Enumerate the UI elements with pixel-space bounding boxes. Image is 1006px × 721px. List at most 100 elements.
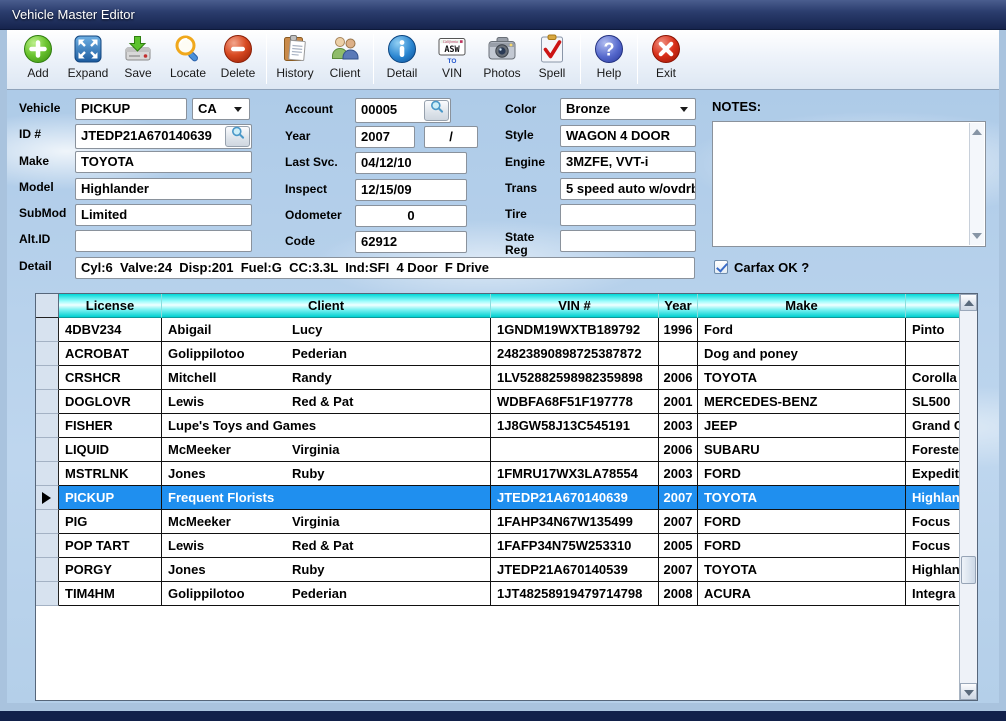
scroll-up-button[interactable] bbox=[960, 294, 977, 311]
toolbar-button-label: Photos bbox=[483, 66, 520, 80]
column-header-client[interactable]: Client bbox=[162, 294, 491, 318]
locate-button[interactable]: Locate bbox=[163, 33, 213, 87]
row-selector-cell[interactable] bbox=[36, 558, 59, 582]
column-header-make[interactable]: Make bbox=[698, 294, 906, 318]
cell-client: McMeekerVirginia bbox=[162, 438, 491, 462]
photos-button[interactable]: Photos bbox=[477, 33, 527, 87]
statereg-input[interactable] bbox=[560, 230, 696, 252]
tire-input[interactable] bbox=[560, 204, 696, 226]
table-row[interactable]: TIM4HMGolippilotooPederian1JT48258919479… bbox=[36, 582, 977, 606]
detail-button[interactable]: Detail bbox=[377, 33, 427, 87]
row-selector-cell[interactable] bbox=[36, 390, 59, 414]
row-selector-cell[interactable] bbox=[36, 486, 59, 510]
table-row[interactable]: PORGYJonesRubyJTEDP21A6701405392007TOYOT… bbox=[36, 558, 977, 582]
scroll-down-button[interactable] bbox=[960, 683, 977, 700]
account-input[interactable]: 00005 bbox=[355, 98, 451, 123]
column-header-license[interactable]: License bbox=[59, 294, 162, 318]
detail-input[interactable]: Cyl:6 Valve:24 Disp:201 Fuel:G CC:3.3L I… bbox=[75, 257, 695, 279]
cell-client-firstname: Randy bbox=[292, 366, 332, 389]
scrollbar-thumb[interactable] bbox=[961, 556, 976, 584]
toolbar: AddExpandSaveLocateDeleteHistoryClient De… bbox=[7, 30, 999, 90]
cell-client-firstname: Pederian bbox=[292, 342, 347, 365]
account-search-button[interactable] bbox=[424, 100, 449, 121]
table-row[interactable]: PICKUPFrequent FloristsJTEDP21A670140639… bbox=[36, 486, 977, 510]
model-input[interactable]: Highlander bbox=[75, 178, 252, 200]
cell-year: 2003 bbox=[659, 462, 698, 486]
engine-input[interactable]: 3MZFE, VVT-i bbox=[560, 151, 696, 173]
id-value: JTEDP21A670140639 bbox=[81, 128, 212, 143]
row-selector-cell[interactable] bbox=[36, 438, 59, 462]
color-select[interactable]: Bronze bbox=[560, 98, 696, 120]
style-input[interactable]: WAGON 4 DOOR bbox=[560, 125, 696, 147]
row-selector-cell[interactable] bbox=[36, 462, 59, 486]
table-row[interactable]: POP TARTLewisRed & Pat1FAFP34N75W2533102… bbox=[36, 534, 977, 558]
notes-textarea[interactable] bbox=[712, 121, 986, 247]
row-selector-cell[interactable] bbox=[36, 318, 59, 342]
id-search-button[interactable] bbox=[225, 126, 250, 147]
submod-input[interactable]: Limited bbox=[75, 204, 252, 226]
code-input[interactable]: 62912 bbox=[355, 231, 467, 253]
cell-year bbox=[659, 342, 698, 366]
toolbar-button-label: Detail bbox=[387, 66, 418, 80]
table-row[interactable]: ACROBATGolippilotooPederian2482389089872… bbox=[36, 342, 977, 366]
table-row[interactable]: PIGMcMeekerVirginia1FAHP34N67W1354992007… bbox=[36, 510, 977, 534]
cell-model: Focus bbox=[906, 510, 961, 534]
cell-make: TOYOTA bbox=[698, 558, 906, 582]
table-row[interactable]: CRSHCRMitchellRandy1LV528825989823598982… bbox=[36, 366, 977, 390]
cell-license: FISHER bbox=[59, 414, 162, 438]
camera-icon bbox=[486, 33, 518, 65]
make-input[interactable]: TOYOTA bbox=[75, 151, 252, 173]
add-button[interactable]: Add bbox=[13, 33, 63, 87]
cell-make: ACURA bbox=[698, 582, 906, 606]
table-row[interactable]: 4DBV234AbigailLucy1GNDM19WXTB1897921996F… bbox=[36, 318, 977, 342]
history-button[interactable]: History bbox=[270, 33, 320, 87]
state-select[interactable]: CA bbox=[192, 98, 250, 120]
row-selector-cell[interactable] bbox=[36, 510, 59, 534]
column-header-vin-[interactable]: VIN # bbox=[491, 294, 659, 318]
cell-client-firstname: Ruby bbox=[292, 558, 325, 581]
altid-input[interactable] bbox=[75, 230, 252, 252]
cell-client: LewisRed & Pat bbox=[162, 534, 491, 558]
table-row[interactable]: MSTRLNKJonesRuby1FMRU17WX3LA785542003FOR… bbox=[36, 462, 977, 486]
cell-model: Forester bbox=[906, 438, 961, 462]
year2-input[interactable]: / bbox=[424, 126, 478, 148]
spell-button[interactable]: Spell bbox=[527, 33, 577, 87]
column-header-year[interactable]: Year bbox=[659, 294, 698, 318]
expand-button[interactable]: Expand bbox=[63, 33, 113, 87]
row-selector-cell[interactable] bbox=[36, 414, 59, 438]
cell-vin: JTEDP21A670140639 bbox=[491, 486, 659, 510]
table-row[interactable]: DOGLOVRLewisRed & PatWDBFA68F51F19777820… bbox=[36, 390, 977, 414]
column-header-model[interactable] bbox=[906, 294, 961, 318]
state-select-value: CA bbox=[198, 101, 217, 116]
save-button[interactable]: Save bbox=[113, 33, 163, 87]
row-selector-cell[interactable] bbox=[36, 366, 59, 390]
notes-scrollbar[interactable] bbox=[969, 123, 984, 245]
row-selector-cell[interactable] bbox=[36, 342, 59, 366]
client-button[interactable]: Client bbox=[320, 33, 370, 87]
row-selector-cell[interactable] bbox=[36, 534, 59, 558]
year-input[interactable]: 2007 bbox=[355, 126, 415, 148]
odometer-input[interactable]: 0 bbox=[355, 205, 467, 227]
inspect-input[interactable]: 12/15/09 bbox=[355, 179, 467, 201]
delete-button[interactable]: Delete bbox=[213, 33, 263, 87]
grid-vertical-scrollbar[interactable] bbox=[959, 294, 977, 700]
trans-input[interactable]: 5 speed auto w/ovdrb bbox=[560, 178, 696, 200]
expand-icon bbox=[72, 33, 104, 65]
exit-button[interactable]: Exit bbox=[641, 33, 691, 87]
cell-client: AbigailLucy bbox=[162, 318, 491, 342]
row-selector-cell[interactable] bbox=[36, 582, 59, 606]
titlebar[interactable]: Vehicle Master Editor bbox=[0, 0, 1006, 30]
help-button[interactable]: ?Help bbox=[584, 33, 634, 87]
grid-body: 4DBV234AbigailLucy1GNDM19WXTB1897921996F… bbox=[36, 318, 977, 606]
table-row[interactable]: FISHERLupe's Toys and Games1J8GW58J13C54… bbox=[36, 414, 977, 438]
vehicle-input[interactable]: PICKUP bbox=[75, 98, 187, 120]
id-input[interactable]: JTEDP21A670140639 bbox=[75, 124, 252, 149]
cell-model: Grand Cherokee bbox=[906, 414, 961, 438]
carfax-checkbox[interactable] bbox=[714, 260, 728, 274]
vin-button[interactable]: CaliforniaASWTOVIN bbox=[427, 33, 477, 87]
vehicle-form: Vehicle ID # Make Model SubMod Alt.ID De… bbox=[7, 90, 999, 703]
cell-model: Highlander bbox=[906, 486, 961, 510]
odometer-label: Odometer bbox=[285, 209, 342, 222]
table-row[interactable]: LIQUIDMcMeekerVirginia2006SUBARUForester bbox=[36, 438, 977, 462]
lastsvc-input[interactable]: 04/12/10 bbox=[355, 152, 467, 174]
